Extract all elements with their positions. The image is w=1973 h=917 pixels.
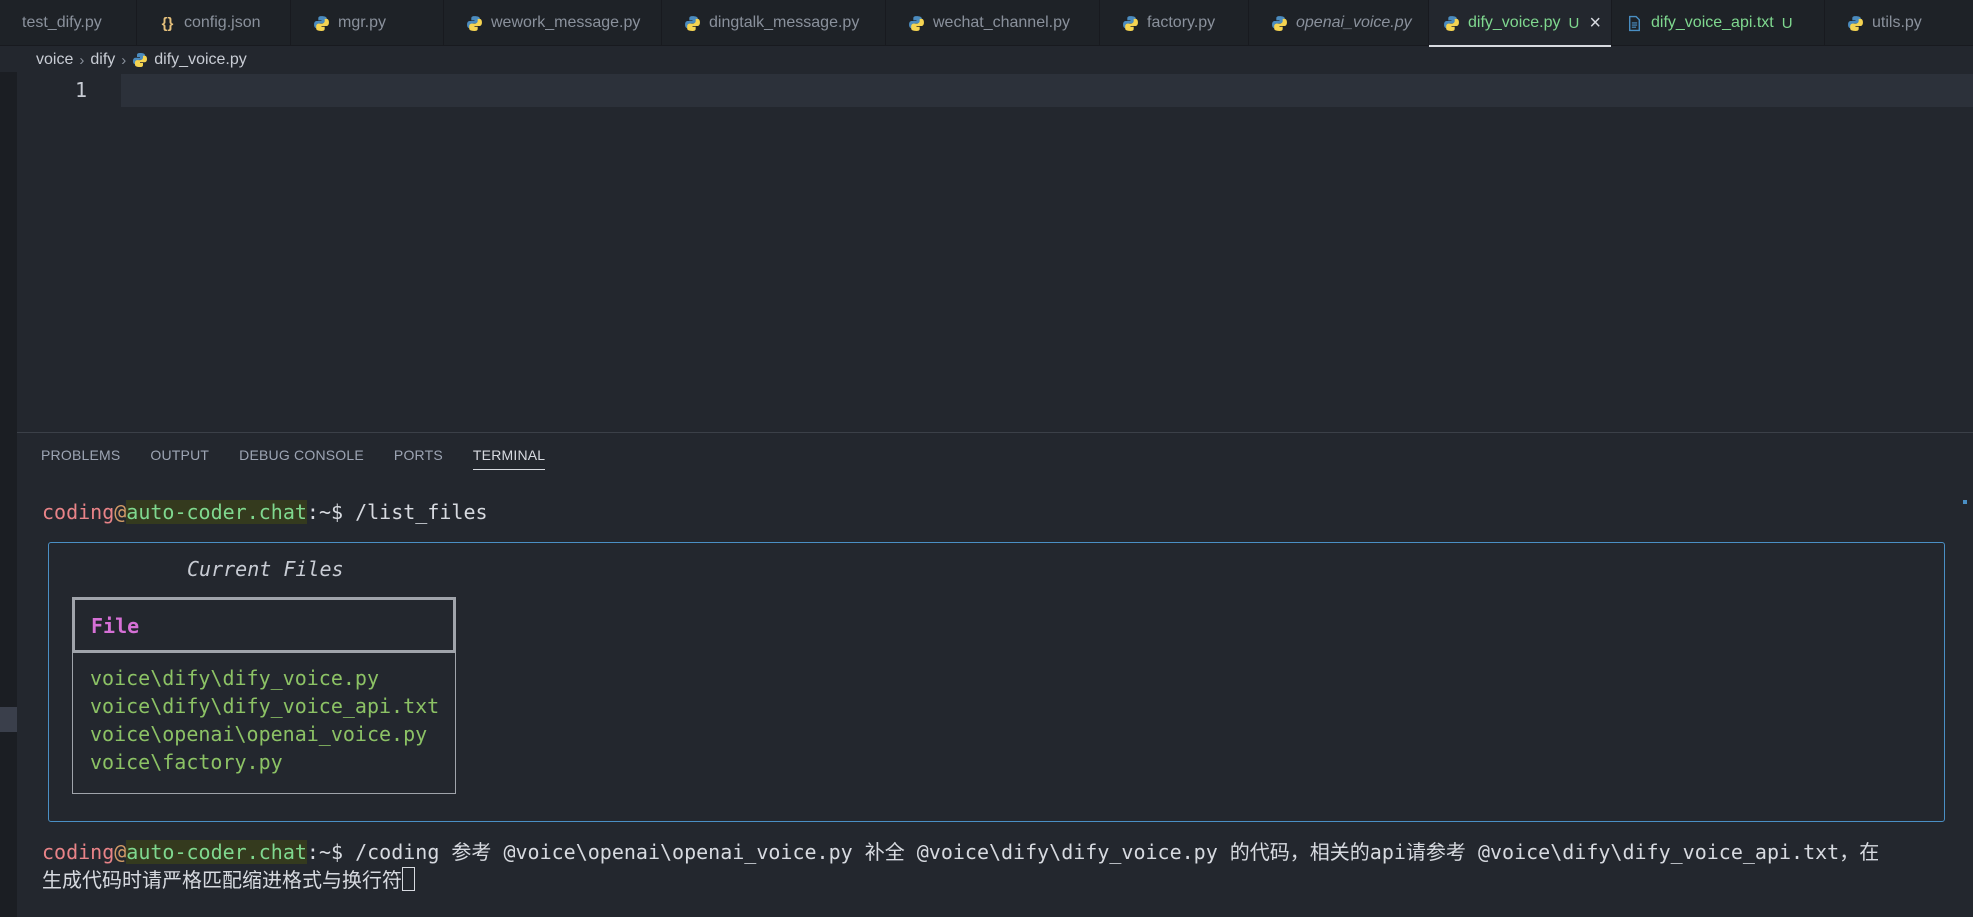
python-icon	[1848, 15, 1863, 31]
python-icon	[909, 15, 924, 31]
file-icon	[1629, 15, 1640, 31]
tab-ports[interactable]: PORTS	[394, 447, 443, 470]
file-row: voice\factory.py	[90, 750, 283, 774]
breadcrumb: voice › dify › dify_voice.py	[36, 48, 247, 72]
tab-dify-voice-api[interactable]: dify_voice_api.txt U	[1612, 0, 1825, 46]
terminal-cursor	[402, 867, 415, 891]
tab-label: utils.py	[1872, 14, 1922, 31]
tab-config-json[interactable]: {} config.json	[137, 0, 291, 46]
terminal-command: /list_files	[355, 500, 488, 524]
line-number: 1	[75, 78, 88, 102]
terminal-command: /coding 参考 @voice\openai\openai_voice.py…	[355, 840, 1880, 864]
tab-label: config.json	[184, 14, 261, 31]
terminal-command-continued: 生成代码时请严格匹配缩进格式与换行符	[42, 868, 402, 892]
tab-test-dify[interactable]: test_dify.py	[0, 0, 137, 46]
tab-dingtalk-message[interactable]: dingtalk_message.py	[662, 0, 886, 46]
terminal-prompt-line[interactable]: coding@auto-coder.chat:~$ /list_files	[42, 500, 488, 524]
tab-wework-message[interactable]: wework_message.py	[444, 0, 662, 46]
terminal-input-line[interactable]: 生成代码时请严格匹配缩进格式与换行符	[42, 864, 415, 893]
prompt-at: @	[114, 840, 127, 864]
tab-wechat-channel[interactable]: wechat_channel.py	[886, 0, 1100, 46]
files-header-label: File	[91, 614, 140, 638]
panel-tabs: PROBLEMS OUTPUT DEBUG CONSOLE PORTS TERM…	[41, 447, 546, 470]
tab-dify-voice[interactable]: dify_voice.py U ×	[1429, 0, 1612, 47]
scroll-indicator	[1963, 500, 1967, 504]
tab-label: openai_voice.py	[1296, 14, 1412, 31]
current-line-highlight	[121, 74, 1973, 107]
breadcrumb-item-dify[interactable]: dify	[90, 51, 115, 69]
prompt-path: :~$	[306, 500, 356, 524]
untracked-badge: U	[1568, 14, 1580, 32]
prompt-user: coding	[42, 840, 115, 864]
tab-factory[interactable]: factory.py	[1100, 0, 1249, 46]
tab-label: wechat_channel.py	[933, 14, 1070, 31]
tab-label: dify_voice.py	[1468, 14, 1561, 31]
tab-label: dingtalk_message.py	[709, 14, 860, 31]
prompt-host: auto-coder.chat	[126, 840, 307, 864]
terminal-prompt-line[interactable]: coding@auto-coder.chat:~$ /coding 参考 @vo…	[42, 836, 1879, 865]
tab-utils[interactable]: utils.py	[1825, 0, 1973, 46]
tab-label: wework_message.py	[491, 14, 641, 31]
prompt-at: @	[114, 500, 127, 524]
tab-label: factory.py	[1147, 14, 1216, 31]
files-table-header: File	[72, 597, 456, 653]
prompt-host: auto-coder.chat	[126, 500, 307, 524]
prompt-user: coding	[42, 500, 115, 524]
code-editor[interactable]: 1	[17, 72, 1973, 432]
gutter-marker	[0, 707, 17, 732]
json-icon: {}	[161, 14, 174, 32]
file-row: voice\dify\dify_voice_api.txt	[90, 694, 440, 718]
tab-label: test_dify.py	[22, 14, 102, 31]
tab-debug-console[interactable]: DEBUG CONSOLE	[239, 447, 364, 470]
chevron-right-icon: ›	[121, 51, 127, 69]
tab-openai-voice[interactable]: openai_voice.py	[1249, 0, 1429, 46]
untracked-badge: U	[1781, 14, 1793, 32]
editor-tab-bar: test_dify.py {} config.json mgr.py wewor…	[0, 0, 1973, 47]
prompt-path: :~$	[306, 840, 356, 864]
close-icon[interactable]: ×	[1589, 13, 1601, 33]
python-icon	[1123, 15, 1138, 31]
files-title: Current Files	[187, 557, 344, 581]
python-icon	[467, 15, 482, 31]
python-icon	[1444, 15, 1459, 31]
tab-problems[interactable]: PROBLEMS	[41, 447, 120, 470]
file-row: voice\dify\dify_voice.py	[90, 666, 379, 690]
python-icon	[1272, 15, 1287, 31]
files-panel: Current Files File voice\dify\dify_voice…	[48, 542, 1945, 822]
tab-mgr[interactable]: mgr.py	[291, 0, 444, 46]
breadcrumb-item-voice[interactable]: voice	[36, 51, 73, 69]
tab-output[interactable]: OUTPUT	[150, 447, 209, 470]
activity-gutter	[0, 72, 17, 917]
chevron-right-icon: ›	[79, 51, 85, 69]
breadcrumb-item-file[interactable]: dify_voice.py	[154, 51, 247, 69]
file-row: voice\openai\openai_voice.py	[90, 722, 428, 746]
python-icon	[133, 53, 148, 67]
files-table-body: voice\dify\dify_voice.py voice\dify\dify…	[72, 653, 456, 794]
tab-label: dify_voice_api.txt	[1651, 14, 1774, 31]
tab-label: mgr.py	[338, 14, 387, 31]
python-icon	[685, 15, 700, 31]
python-icon	[314, 15, 329, 31]
tab-terminal[interactable]: TERMINAL	[472, 447, 546, 470]
